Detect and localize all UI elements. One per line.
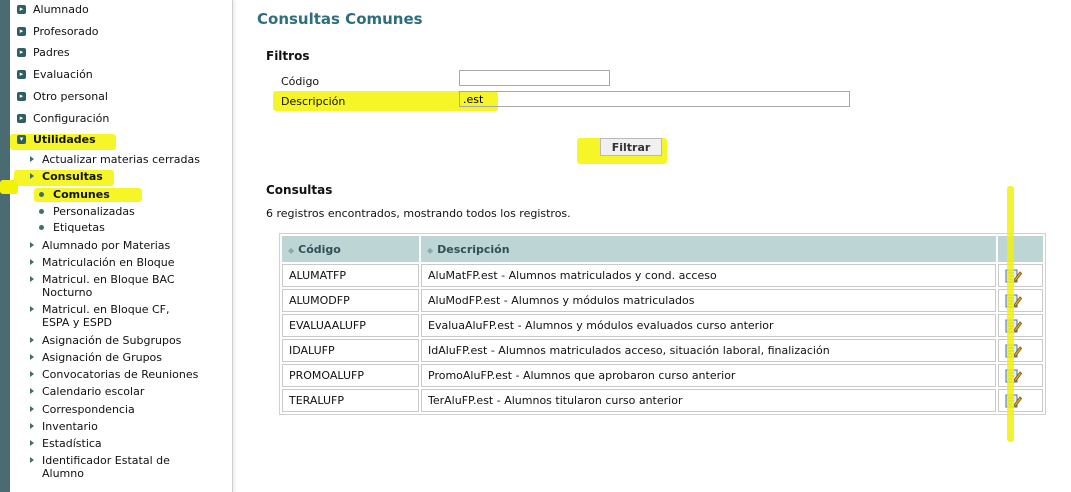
arrow-right-icon <box>30 423 34 429</box>
cell-code: EVALUAALUFP <box>282 314 419 337</box>
column-header-actions <box>998 236 1043 262</box>
arrow-right-icon <box>30 406 34 412</box>
arrow-right-icon <box>30 388 34 394</box>
arrow-right-icon <box>30 457 34 463</box>
arrow-right-icon <box>30 156 34 162</box>
results-heading: Consultas <box>266 183 333 197</box>
results-table: ◆ Código ◆ Descripción ALUMATFP AluMatFP.e… <box>279 233 1046 415</box>
expand-icon: ▸ <box>17 27 26 36</box>
table-header-row: ◆ Código ◆ Descripción <box>282 236 1043 262</box>
cell-action <box>998 389 1043 412</box>
codigo-field[interactable] <box>459 70 610 86</box>
cell-code: ALUMATFP <box>282 264 419 287</box>
bullet-icon <box>39 209 44 214</box>
table-row[interactable]: EVALUAALUFP EvaluaAluFP.est - Alumnos y … <box>282 314 1043 337</box>
cell-code: PROMOALUFP <box>282 364 419 387</box>
highlight-mark <box>0 180 18 194</box>
arrow-right-icon <box>30 354 34 360</box>
expand-icon: ▸ <box>17 70 26 79</box>
arrow-right-icon <box>30 259 34 265</box>
cell-description: AluModFP.est - Alumnos y módulos matricu… <box>421 289 996 312</box>
cell-description: EvaluaAluFP.est - Alumnos y módulos eval… <box>421 314 996 337</box>
cell-description: AluMatFP.est - Alumnos matriculados y co… <box>421 264 996 287</box>
highlight-actions-column <box>1007 186 1014 442</box>
cell-action <box>998 364 1043 387</box>
table-row[interactable]: ALUMATFP AluMatFP.est - Alumnos matricul… <box>282 264 1043 287</box>
page-title: Consultas Comunes <box>257 10 423 28</box>
cell-code: TERALUFP <box>282 389 419 412</box>
expand-icon: ▸ <box>17 5 26 14</box>
expand-icon: ▸ <box>17 48 26 57</box>
cell-code: IDALUFP <box>282 339 419 362</box>
table-row[interactable]: IDALUFP IdAluFP.est - Alumnos matriculad… <box>282 339 1043 362</box>
arrow-right-icon <box>30 337 34 343</box>
expand-icon: ▾ <box>17 135 26 144</box>
table-row[interactable]: TERALUFP TerAluFP.est - Alumnos titularo… <box>282 389 1043 412</box>
filters-heading: Filtros <box>266 49 310 63</box>
cell-action <box>998 289 1043 312</box>
arrow-right-icon <box>30 276 34 282</box>
results-count: 6 registros encontrados, mostrando todos… <box>266 207 571 220</box>
arrow-right-icon <box>30 440 34 446</box>
filtrar-button[interactable]: Filtrar <box>600 138 662 156</box>
descripcion-field[interactable] <box>459 91 850 107</box>
cell-description: TerAluFP.est - Alumnos titularon curso a… <box>421 389 996 412</box>
column-header-codigo[interactable]: ◆ Código <box>282 236 419 262</box>
cell-action <box>998 339 1043 362</box>
table-row[interactable]: ALUMODFP AluModFP.est - Alumnos y módulo… <box>282 289 1043 312</box>
bullet-icon <box>39 192 44 197</box>
arrow-right-icon <box>30 371 34 377</box>
left-edge-strip <box>0 0 10 492</box>
cell-description: IdAluFP.est - Alumnos matriculados acces… <box>421 339 996 362</box>
sort-icon: ◆ <box>288 245 295 255</box>
descripcion-label: Descripción <box>281 95 346 108</box>
cell-action <box>998 314 1043 337</box>
arrow-right-icon <box>30 173 34 179</box>
column-header-descripcion[interactable]: ◆ Descripción <box>421 236 996 262</box>
cell-code: ALUMODFP <box>282 289 419 312</box>
table-row[interactable]: PROMOALUFP PromoAluFP.est - Alumnos que … <box>282 364 1043 387</box>
codigo-label: Código <box>281 75 320 88</box>
expand-icon: ▸ <box>17 114 26 123</box>
bullet-icon <box>39 225 44 230</box>
cell-action <box>998 264 1043 287</box>
sidebar: ▸ Alumnado ▸ Profesorado ▸ Padres ▸ Eval… <box>0 0 233 492</box>
sort-icon: ◆ <box>427 245 434 255</box>
cell-description: PromoAluFP.est - Alumnos que aprobaron c… <box>421 364 996 387</box>
expand-icon: ▸ <box>17 92 26 101</box>
arrow-right-icon <box>30 242 34 248</box>
arrow-right-icon <box>30 306 34 312</box>
